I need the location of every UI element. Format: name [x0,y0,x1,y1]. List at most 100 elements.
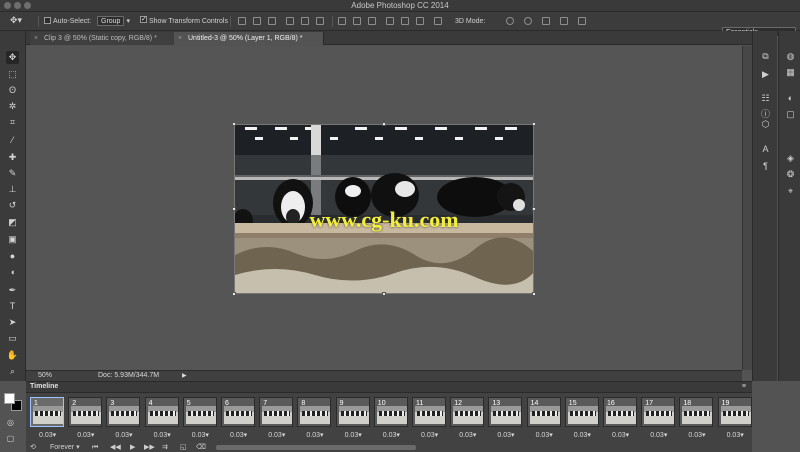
timeline-frame[interactable]: 5 0.03▾ [182,396,218,442]
frame-delay[interactable]: 0.03▾ [345,431,362,439]
timeline-frame[interactable]: 10 0.03▾ [373,396,409,442]
shape-icon[interactable]: ▭ [6,332,19,345]
frame-delay[interactable]: 0.03▾ [192,431,209,439]
previous-frame-icon[interactable]: ◀◀ [110,443,121,452]
close-icon[interactable]: × [34,32,38,45]
distribute-bottom-icon[interactable] [368,17,376,25]
distribute-left-icon[interactable] [386,17,394,25]
timeline-frame[interactable]: 7 0.03▾ [258,396,294,442]
foreground-color-swatch[interactable] [4,393,15,404]
quick-select-icon[interactable]: ✲ [6,100,19,113]
quick-mask-icon[interactable]: ◎ [4,416,17,429]
eraser-icon[interactable]: ◩ [6,216,19,229]
document-canvas[interactable]: www.cg-ku.com [234,124,534,294]
timeline-frame[interactable]: 12 0.03▾ [449,396,485,442]
frame-delay[interactable]: 0.03▾ [383,431,400,439]
3d-slide-icon[interactable] [560,17,568,25]
3d-pan-icon[interactable] [542,17,550,25]
auto-select-dropdown[interactable]: Group ▾ [97,16,130,27]
eyedropper-icon[interactable]: ⁄ [6,134,19,147]
panel-menu-icon[interactable]: ≡ [742,383,746,390]
align-top-icon[interactable] [238,17,246,25]
color-wheel-icon[interactable]: ◍ [785,51,796,62]
close-icon[interactable]: × [178,32,182,45]
canvas-area[interactable]: www.cg-ku.com [26,46,742,370]
pen-icon[interactable]: ✒ [6,284,19,297]
transform-handle-br[interactable] [532,292,536,296]
marquee-icon[interactable]: ⬚ [6,68,19,81]
actions-icon[interactable]: ▶ [760,69,771,80]
frame-delay[interactable]: 0.03▾ [574,431,591,439]
transform-handle-bl[interactable] [232,292,236,296]
timeline-frame[interactable]: 14 0.03▾ [526,396,562,442]
timeline-frame[interactable]: 15 0.03▾ [564,396,600,442]
timeline-frame[interactable]: 18 0.03▾ [678,396,714,442]
frame-delay[interactable]: 0.03▾ [230,431,247,439]
paths-icon[interactable]: ⌖ [785,186,796,197]
timeline-frame[interactable]: 4 0.03▾ [144,396,180,442]
type-icon[interactable]: T [6,300,19,313]
lasso-icon[interactable]: ʘ [6,84,19,97]
timeline-frame[interactable]: 9 0.03▾ [335,396,371,442]
vertical-scrollbar[interactable] [742,46,752,370]
hand-icon[interactable]: ✋ [6,349,19,362]
timeline-frame[interactable]: 13 0.03▾ [487,396,523,442]
timeline-frame[interactable]: 16 0.03▾ [602,396,638,442]
align-vcenter-icon[interactable] [253,17,261,25]
tab-untitled-3[interactable]: × Untitled-3 @ 50% (Layer 1, RGB/8) * [174,32,324,45]
timeline-frame[interactable]: 2 0.03▾ [67,396,103,442]
properties-icon[interactable]: ☷ [760,93,771,104]
play-icon[interactable]: ▶ [130,443,135,452]
3d-cube-icon[interactable]: ⬡ [760,119,771,130]
frame-delay[interactable]: 0.03▾ [650,431,667,439]
styles-icon[interactable]: ▢ [785,109,796,120]
transform-handle-tc[interactable] [382,122,386,126]
3d-scale-icon[interactable] [578,17,586,25]
timeline-frame[interactable]: 19 0.03▾ [717,396,753,442]
frame-delay[interactable]: 0.03▾ [459,431,476,439]
frame-delay[interactable]: 0.03▾ [421,431,438,439]
channels-icon[interactable]: ❂ [785,169,796,180]
zoom-level[interactable]: 50% [38,371,52,381]
transform-handle-mr[interactable] [532,207,536,211]
move-tool-preset-icon[interactable]: ✥▾ [10,15,22,26]
loop-dropdown[interactable]: Forever ▾ [50,443,80,452]
distribute-hcenter-icon[interactable] [401,17,409,25]
frame-delay[interactable]: 0.03▾ [497,431,514,439]
character-icon[interactable]: A [760,144,771,155]
timeline-frame[interactable]: 11 0.03▾ [411,396,447,442]
duplicate-frame-icon[interactable]: ◱ [180,443,187,452]
align-left-icon[interactable] [286,17,294,25]
adjustments-icon[interactable]: ◐ [785,93,796,104]
frame-delay[interactable]: 0.03▾ [154,431,171,439]
timeline-frame[interactable]: 17 0.03▾ [640,396,676,442]
stamp-icon[interactable]: ⊥ [6,183,19,196]
delete-frame-icon[interactable]: ⌫ [196,443,206,452]
brush-icon[interactable]: ✎ [6,167,19,180]
timeline-frame[interactable]: 3 0.03▾ [105,396,141,442]
transform-handle-ml[interactable] [232,207,236,211]
frame-delay[interactable]: 0.03▾ [612,431,629,439]
layers-icon[interactable]: ◈ [785,153,796,164]
auto-select-checkbox[interactable]: Auto-Select: [44,16,91,27]
tab-clip-3[interactable]: × Clip 3 @ 50% (Static copy, RGB/8) * [30,32,176,45]
3d-roll-icon[interactable] [524,17,532,25]
path-select-icon[interactable]: ➤ [6,316,19,329]
dodge-icon[interactable]: ◖ [6,266,19,279]
align-bottom-icon[interactable] [268,17,276,25]
show-transform-checkbox[interactable]: Show Transform Controls [140,16,228,27]
transform-handle-tr[interactable] [532,122,536,126]
transform-handle-bc[interactable] [382,292,386,296]
zoom-icon[interactable]: ⌕ [6,365,19,378]
align-right-icon[interactable] [316,17,324,25]
history-brush-icon[interactable]: ↺ [6,199,19,212]
distribute-vcenter-icon[interactable] [353,17,361,25]
blur-icon[interactable]: ● [6,250,19,263]
frame-delay[interactable]: 0.03▾ [306,431,323,439]
distribute-top-icon[interactable] [338,17,346,25]
move-icon[interactable]: ✥ [6,51,19,64]
timeline-frame[interactable]: 1 0.03▾ [29,396,65,442]
next-frame-icon[interactable]: ▶▶ [144,443,155,452]
frame-delay[interactable]: 0.03▾ [39,431,56,439]
frame-delay[interactable]: 0.03▾ [77,431,94,439]
